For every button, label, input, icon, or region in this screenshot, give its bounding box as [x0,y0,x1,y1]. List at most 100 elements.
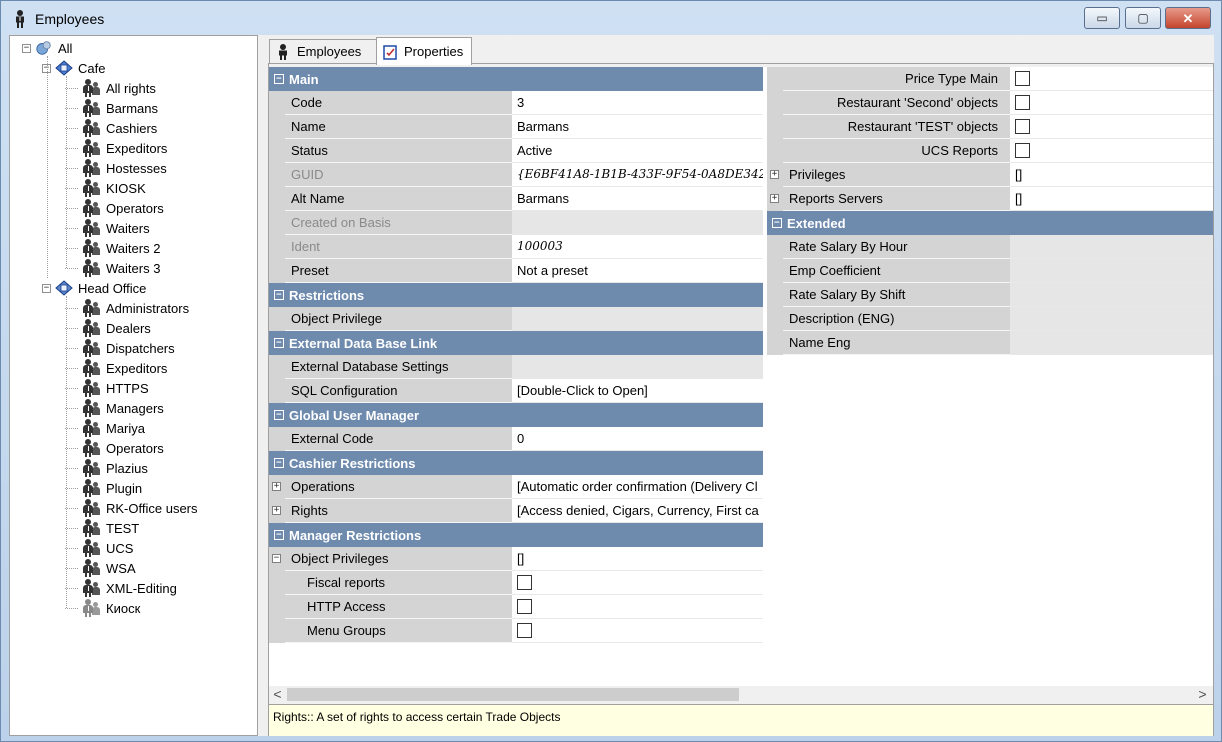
scroll-right-icon[interactable]: > [1194,686,1211,703]
category-header[interactable]: − Global User Manager [269,403,763,427]
tree-node[interactable]: − All [22,38,72,58]
property-row[interactable]: Fiscal reports [269,571,763,595]
tree-node[interactable]: Managers [65,398,164,418]
splitter[interactable] [258,35,267,736]
property-row[interactable]: + Privileges[] [767,163,1213,187]
property-row[interactable]: Emp Coefficient [767,259,1213,283]
tree-node[interactable]: XML-Editing [65,578,177,598]
property-value[interactable]: Barmans [512,115,763,139]
minimize-button[interactable]: ▭ [1084,7,1120,29]
tree-node[interactable]: All rights [65,78,156,98]
property-row[interactable]: SQL Configuration [Double-Click to Open] [269,379,763,403]
scroll-left-icon[interactable]: < [269,686,286,703]
title-bar[interactable]: Employees ▭ ▢ ✕ [1,1,1221,35]
checkbox[interactable] [517,599,532,614]
tree-node[interactable]: − Cafe [42,58,105,78]
category-header[interactable]: − Restrictions [269,283,763,307]
collapse-icon[interactable]: − [274,530,284,540]
property-value[interactable]: [Double-Click to Open] [512,379,763,403]
property-row[interactable]: Name Eng [767,331,1213,355]
property-row[interactable]: Ident 100003 [269,235,763,259]
property-row[interactable]: Created on Basis [269,211,763,235]
property-row[interactable]: Menu Groups [269,619,763,643]
tree-expander-icon[interactable]: − [22,43,31,53]
tree-node[interactable]: RK-Office users [65,498,198,518]
category-header[interactable]: − Manager Restrictions [269,523,763,547]
checkbox-cell[interactable] [1010,91,1213,115]
property-row[interactable]: Alt Name Barmans [269,187,763,211]
close-button[interactable]: ✕ [1165,7,1211,29]
checkbox[interactable] [1015,119,1030,134]
property-value[interactable] [1010,235,1213,259]
property-value[interactable] [1010,283,1213,307]
property-value[interactable]: [Access denied, Cigars, Currency, First … [512,499,763,523]
tree-node[interactable]: Expeditors [65,138,167,158]
tree-node[interactable]: Cashiers [65,118,157,138]
category-header[interactable]: − Cashier Restrictions [269,451,763,475]
property-value[interactable]: 0 [512,427,763,451]
checkbox-cell[interactable] [1010,115,1213,139]
tree-node[interactable]: Hostesses [65,158,167,178]
property-row[interactable]: + Reports Servers[] [767,187,1213,211]
collapse-icon[interactable]: − [272,554,281,563]
tree-node[interactable]: UCS [65,538,133,558]
expand-icon[interactable]: + [770,194,779,203]
checkbox[interactable] [517,575,532,590]
expand-icon[interactable]: + [770,170,779,179]
property-row[interactable]: + Rights [Access denied, Cigars, Currency,… [269,499,763,523]
checkbox-cell[interactable] [1010,139,1213,163]
property-value[interactable]: [] [1010,187,1213,211]
tree-node[interactable]: Mariya [65,418,145,438]
checkbox[interactable] [1015,95,1030,110]
property-row[interactable]: External Database Settings [269,355,763,379]
property-row[interactable]: UCS Reports [767,139,1213,163]
collapse-icon[interactable]: − [274,458,284,468]
tree-node[interactable]: WSA [65,558,136,578]
property-row[interactable]: Description (ENG) [767,307,1213,331]
property-row[interactable]: Object Privilege [269,307,763,331]
tree-node[interactable]: Plazius [65,458,148,478]
checkbox-cell[interactable] [512,595,763,619]
property-row[interactable]: Status Active [269,139,763,163]
tree-node[interactable]: Dealers [65,318,151,338]
collapse-icon[interactable]: − [274,338,284,348]
collapse-icon[interactable]: − [772,218,782,228]
property-value[interactable] [1010,259,1213,283]
collapse-icon[interactable]: − [274,74,284,84]
expand-icon[interactable]: + [272,506,281,515]
property-row[interactable]: + Operations [Automatic order confirmation… [269,475,763,499]
property-value[interactable]: 100003 [512,235,763,259]
property-row[interactable]: Code 3 [269,91,763,115]
property-value[interactable] [512,307,763,331]
employee-groups-tree[interactable]: − All − Cafe All rights Barmans Cashiers Expedi… [9,35,258,736]
tree-node[interactable]: Barmans [65,98,158,118]
property-row[interactable]: HTTP Access [269,595,763,619]
tree-node[interactable]: Operators [65,198,164,218]
checkbox[interactable] [1015,71,1030,86]
collapse-icon[interactable]: − [274,410,284,420]
property-row[interactable]: Rate Salary By Shift [767,283,1213,307]
property-grid[interactable]: − Main Code 3 Name Barmans Status Active GUID {E6… [269,67,1213,687]
checkbox-cell[interactable] [512,619,763,643]
category-header[interactable]: − Extended [767,211,1213,235]
horizontal-scrollbar[interactable]: < > [269,686,1213,703]
property-row[interactable]: Name Barmans [269,115,763,139]
tree-node[interactable]: Waiters 2 [65,238,160,258]
tree-node[interactable]: TEST [65,518,139,538]
tree-node[interactable]: HTTPS [65,378,149,398]
property-value[interactable]: {E6BF41A8-1B1B-433F-9F54-0A8DE342 [512,163,763,187]
expand-icon[interactable]: + [272,482,281,491]
checkbox[interactable] [517,623,532,638]
tree-node[interactable]: Waiters 3 [65,258,160,278]
tree-node[interactable]: Waiters [65,218,150,238]
checkbox-cell[interactable] [512,571,763,595]
tree-node[interactable]: Administrators [65,298,189,318]
checkbox[interactable] [1015,143,1030,158]
property-row[interactable]: GUID {E6BF41A8-1B1B-433F-9F54-0A8DE342 [269,163,763,187]
tree-node[interactable]: Plugin [65,478,142,498]
tree-node[interactable]: − Head Office [42,278,146,298]
property-row[interactable]: − Object Privileges[] [269,547,763,571]
scroll-thumb[interactable] [287,688,739,701]
tree-node[interactable]: Expeditors [65,358,167,378]
property-row[interactable]: Price Type Main [767,67,1213,91]
